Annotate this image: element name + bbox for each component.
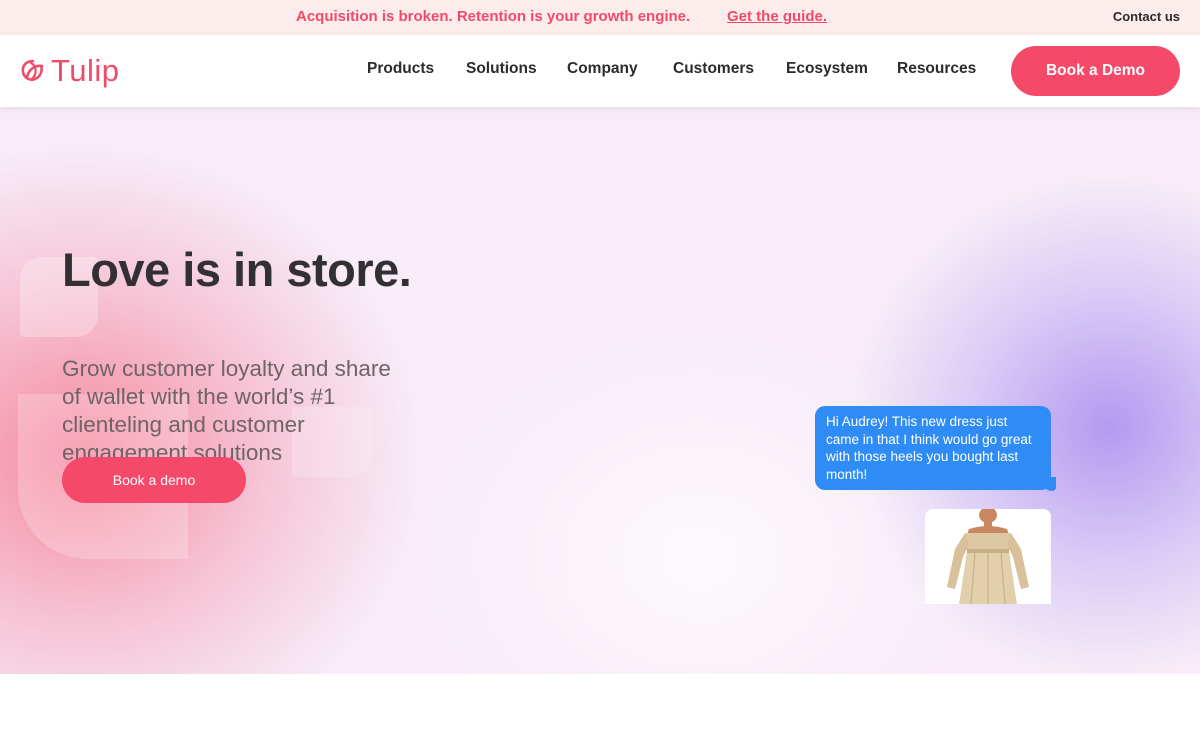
tulip-logo-icon	[19, 57, 47, 85]
nav-item-ecosystem[interactable]: Ecosystem	[786, 60, 868, 78]
get-guide-link[interactable]: Get the guide.	[727, 8, 827, 25]
announcement-bar: Acquisition is broken. Retention is your…	[0, 0, 1200, 35]
nav-item-solutions[interactable]: Solutions	[466, 60, 537, 78]
message-bubble: Hi Audrey! This new dress just came in t…	[815, 406, 1051, 490]
logo-wordmark: Tulip	[51, 53, 120, 88]
contact-us-link[interactable]: Contact us	[1113, 9, 1180, 24]
dress-product-image	[925, 509, 1051, 604]
book-demo-nav-button[interactable]: Book a Demo	[1011, 46, 1180, 96]
nav-item-products[interactable]: Products	[367, 60, 434, 78]
nav-item-customers[interactable]: Customers	[673, 60, 754, 78]
main-nav: Tulip Products Solutions Company Custome…	[0, 35, 1200, 107]
nav-item-company[interactable]: Company	[567, 60, 638, 78]
hero-section: Love is in store. Grow customer loyalty …	[0, 107, 1200, 674]
nav-item-resources[interactable]: Resources	[897, 60, 976, 78]
hero-subtitle: Grow customer loyalty and share of walle…	[62, 356, 391, 465]
tulip-logo[interactable]: Tulip	[19, 51, 120, 91]
book-demo-hero-button[interactable]: Book a demo	[62, 457, 246, 503]
announcement-text: Acquisition is broken. Retention is your…	[296, 8, 691, 25]
hero-title: Love is in store.	[62, 243, 412, 296]
